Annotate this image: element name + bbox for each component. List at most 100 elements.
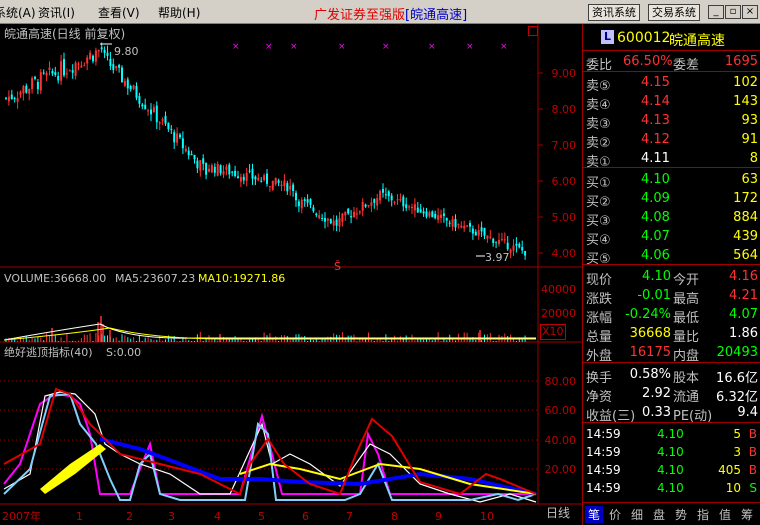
buy-price: 4.09 bbox=[641, 191, 670, 206]
candle-body bbox=[152, 107, 155, 113]
menu-view[interactable]: 查看(V) bbox=[98, 4, 140, 21]
trade-system-button[interactable]: 交易系统 bbox=[648, 4, 700, 21]
buy-row-5: 买⑤ 4.06 564 bbox=[583, 246, 760, 267]
quote-panel: L 600012 皖通高速 委比 66.50% 委差 1695 笔价细盘势指值筹… bbox=[582, 24, 760, 525]
tab-4[interactable]: 势 bbox=[675, 506, 687, 523]
candle-body bbox=[196, 160, 199, 169]
fin-label: 收益(三) bbox=[586, 409, 636, 424]
diff-value: 1695 bbox=[724, 54, 758, 69]
day-line-button[interactable]: 日线 bbox=[546, 506, 570, 520]
candle-body bbox=[234, 170, 237, 177]
candle-body bbox=[480, 227, 483, 232]
candle-body bbox=[39, 72, 42, 91]
chart-maximize-icon[interactable] bbox=[528, 26, 538, 36]
buy-price: 4.08 bbox=[641, 210, 670, 225]
candle-body bbox=[202, 158, 205, 164]
candle-body bbox=[393, 201, 396, 203]
info-system-button[interactable]: 资讯系统 bbox=[588, 4, 640, 21]
tab-7[interactable]: 筹 bbox=[741, 506, 753, 523]
tab-2[interactable]: 细 bbox=[631, 506, 643, 523]
tab-6[interactable]: 值 bbox=[719, 506, 731, 523]
signal-marker: × bbox=[232, 42, 240, 52]
candle-body bbox=[115, 66, 118, 69]
buy-volume: 439 bbox=[733, 229, 758, 244]
stat-row: 涨跌 -0.01 最高 4.21 bbox=[583, 286, 760, 307]
candle-body bbox=[48, 67, 51, 70]
candle-body bbox=[210, 165, 213, 173]
candle-body bbox=[225, 166, 228, 170]
candle-body bbox=[89, 52, 92, 60]
candle-body bbox=[382, 188, 384, 193]
candle-body bbox=[347, 208, 350, 214]
date-label: 5 bbox=[258, 510, 265, 523]
candle-body bbox=[242, 176, 245, 181]
sell-row-4: 卖④ 4.14 143 bbox=[583, 92, 760, 113]
candle-body bbox=[506, 242, 509, 250]
restore-icon[interactable]: ▫ bbox=[725, 5, 741, 19]
buy-price: 4.06 bbox=[641, 248, 670, 263]
signal-marker: × bbox=[290, 42, 298, 52]
stat-value: 4.16 bbox=[729, 269, 758, 284]
candle-body bbox=[100, 47, 103, 50]
candle-body bbox=[379, 190, 382, 201]
sell-volume: 91 bbox=[741, 132, 758, 147]
menu-system[interactable]: 系统(A) bbox=[0, 4, 36, 21]
s-marker: Ŝ bbox=[334, 260, 341, 273]
order-ratio-row: 委比 66.50% 委差 1695 bbox=[583, 52, 760, 73]
candle-body bbox=[422, 211, 425, 214]
candle-body bbox=[419, 209, 422, 213]
menu-help[interactable]: 帮助(H) bbox=[158, 4, 200, 21]
candle-body bbox=[428, 212, 431, 217]
candle-body bbox=[390, 195, 393, 201]
candle-body bbox=[300, 199, 303, 209]
candle-body bbox=[184, 148, 187, 152]
stat-value: 20493 bbox=[716, 345, 758, 360]
candle-body bbox=[283, 180, 286, 187]
low-marker: 3.97 bbox=[485, 251, 510, 264]
candle-body bbox=[10, 94, 13, 100]
price-axis-label: 4.00 bbox=[551, 247, 577, 260]
date-label: 2007年 bbox=[2, 510, 41, 523]
stat-row: 外盘 16175 内盘 20493 bbox=[583, 343, 760, 364]
candle-body bbox=[248, 170, 251, 172]
tab-3[interactable]: 盘 bbox=[653, 506, 665, 523]
tab-5[interactable]: 指 bbox=[697, 506, 709, 523]
fin-value: 2.92 bbox=[642, 386, 671, 401]
app-name: 广发证券至强版 bbox=[314, 8, 406, 23]
chart-area[interactable]: × × × × × × × × Ŝ 皖通高速(日线 前复权) 9.80 3.97 9.00 8.0… bbox=[0, 24, 582, 525]
price-axis-label: 5.00 bbox=[551, 211, 577, 224]
fin-row: 换手 0.58% 股本 16.6亿 bbox=[583, 365, 760, 386]
candle-body bbox=[431, 211, 434, 218]
candle-body bbox=[474, 231, 477, 236]
candle-body bbox=[483, 227, 486, 236]
candle-body bbox=[260, 180, 263, 182]
stat-label: 外盘 bbox=[586, 349, 613, 364]
tick-volume: 405 bbox=[718, 463, 741, 477]
candle-body bbox=[77, 63, 80, 65]
candle-body bbox=[373, 198, 376, 203]
candle-body bbox=[402, 196, 405, 207]
tab-1[interactable]: 价 bbox=[609, 506, 621, 523]
sell-price: 4.15 bbox=[641, 75, 670, 90]
candle-body bbox=[208, 168, 210, 172]
candle-body bbox=[292, 184, 295, 191]
candle-body bbox=[495, 241, 498, 243]
tick-time: 14:59 bbox=[586, 463, 621, 477]
minimize-icon[interactable]: _ bbox=[708, 5, 724, 19]
level-icon: L bbox=[601, 30, 614, 44]
candle-body bbox=[367, 205, 370, 207]
price-axis-label: 7.00 bbox=[551, 139, 577, 152]
candle-body bbox=[518, 243, 521, 248]
menu-bar: 系统(A) 资讯(I) 查看(V) 帮助(H) 广发证券至强版[皖通高速] 资讯… bbox=[0, 0, 760, 24]
candle-body bbox=[509, 249, 512, 253]
date-label: 9 bbox=[435, 510, 442, 523]
candle-body bbox=[416, 207, 419, 213]
stock-header: L 600012 皖通高速 bbox=[583, 29, 760, 49]
ind-axis-60: 60.00 bbox=[544, 404, 577, 417]
candle-body bbox=[486, 235, 489, 239]
tab-0[interactable]: 笔 bbox=[585, 506, 604, 523]
candle-body bbox=[199, 160, 202, 171]
tick-price: 4.10 bbox=[657, 427, 684, 441]
menu-info[interactable]: 资讯(I) bbox=[38, 4, 75, 21]
close-icon[interactable]: × bbox=[742, 5, 758, 19]
